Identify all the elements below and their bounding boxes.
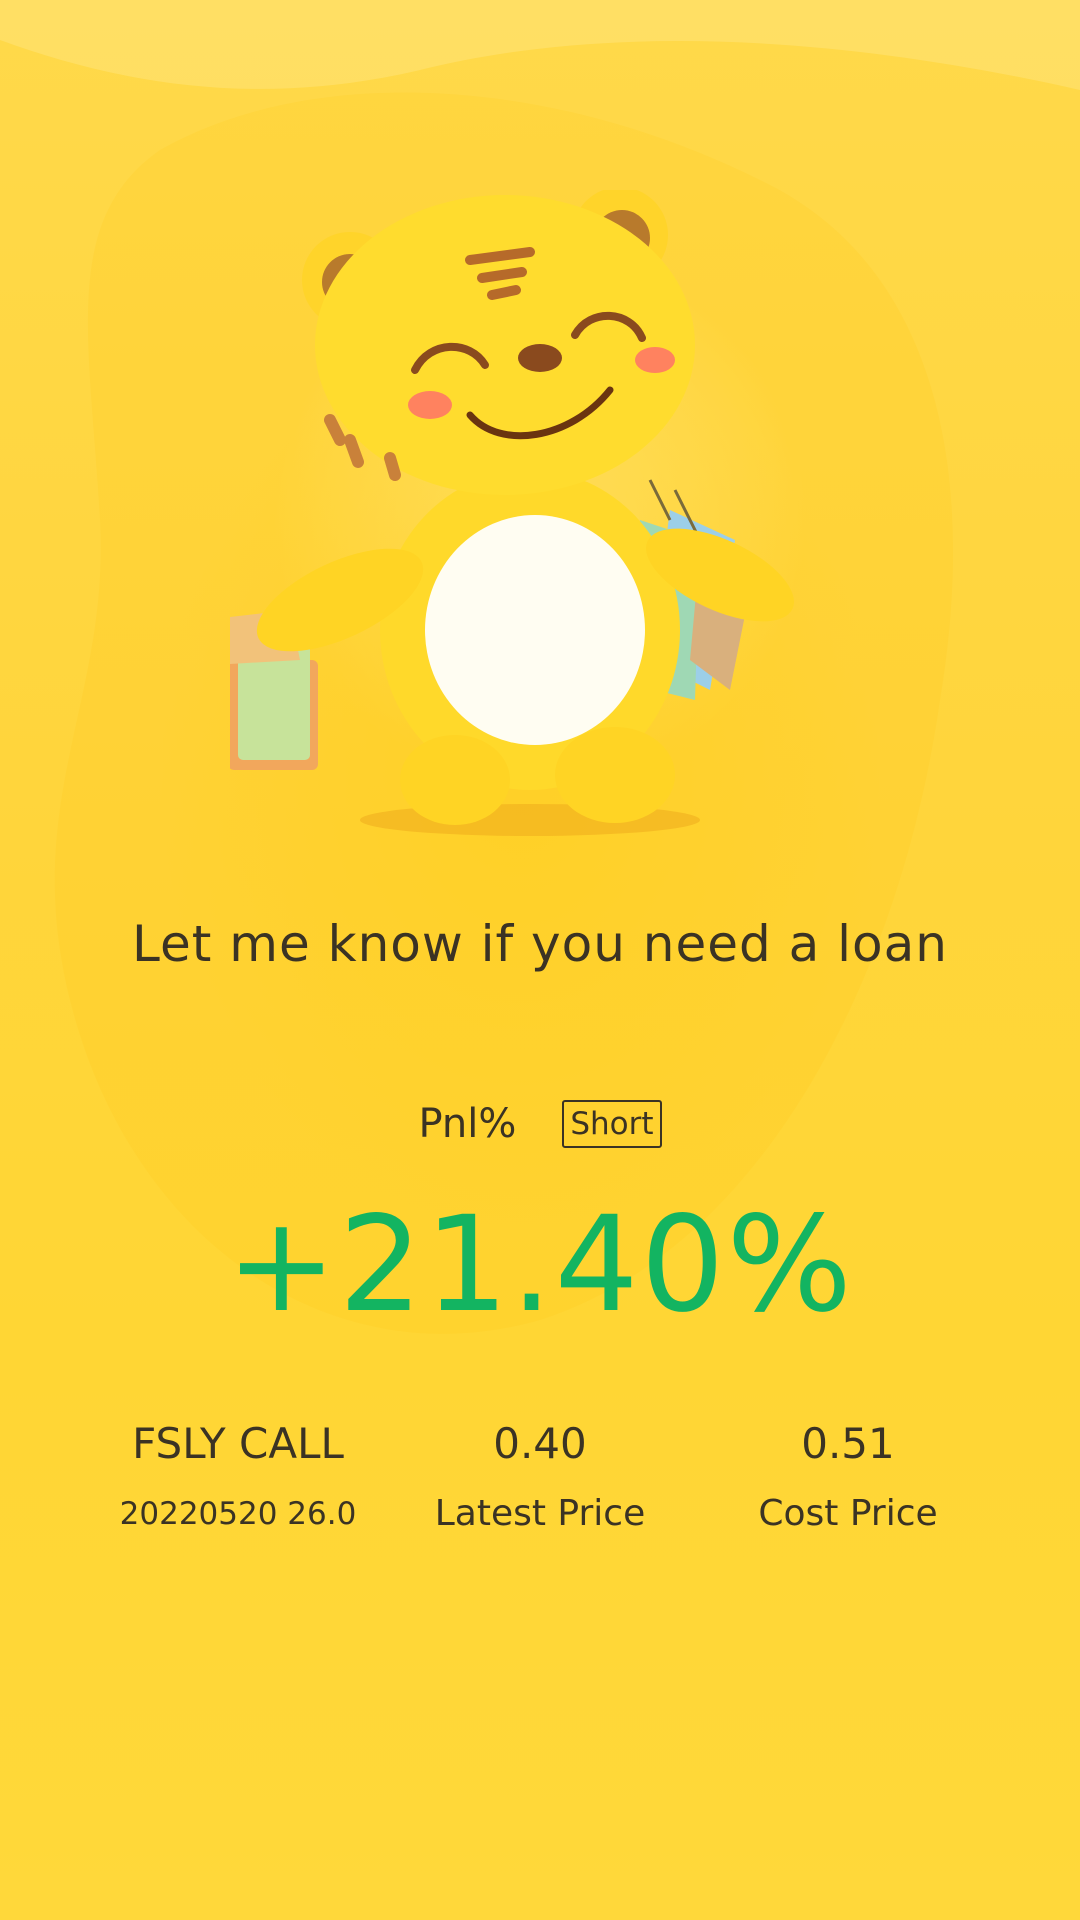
tiger-mascot-image	[230, 190, 794, 836]
loan-tagline: Let me know if you need a loan	[132, 915, 948, 973]
cost-price-stat: 0.51 Cost Price	[688, 1415, 1008, 1539]
cost-price-value: 0.51	[801, 1419, 895, 1468]
pnl-header: Pnl% Short	[0, 1100, 1080, 1148]
contract-stat: FSLY CALL 20220520 26.0	[78, 1415, 398, 1539]
pnl-percentage: +21.40%	[226, 1188, 854, 1342]
latest-price-stat: 0.40 Latest Price	[380, 1415, 700, 1539]
pnl-label: Pnl%	[418, 1101, 517, 1147]
share-card: Let me know if you need a loan Pnl% Shor…	[0, 0, 1080, 1920]
contract-detail: 20220520 26.0	[119, 1496, 357, 1532]
latest-price-label: Latest Price	[434, 1493, 646, 1534]
position-stats: FSLY CALL 20220520 26.0 0.40 Latest Pric…	[0, 1415, 1080, 1555]
cost-price-label: Cost Price	[758, 1493, 938, 1534]
contract-name: FSLY CALL	[132, 1419, 344, 1468]
latest-price-value: 0.40	[493, 1419, 587, 1468]
direction-badge: Short	[562, 1100, 662, 1148]
